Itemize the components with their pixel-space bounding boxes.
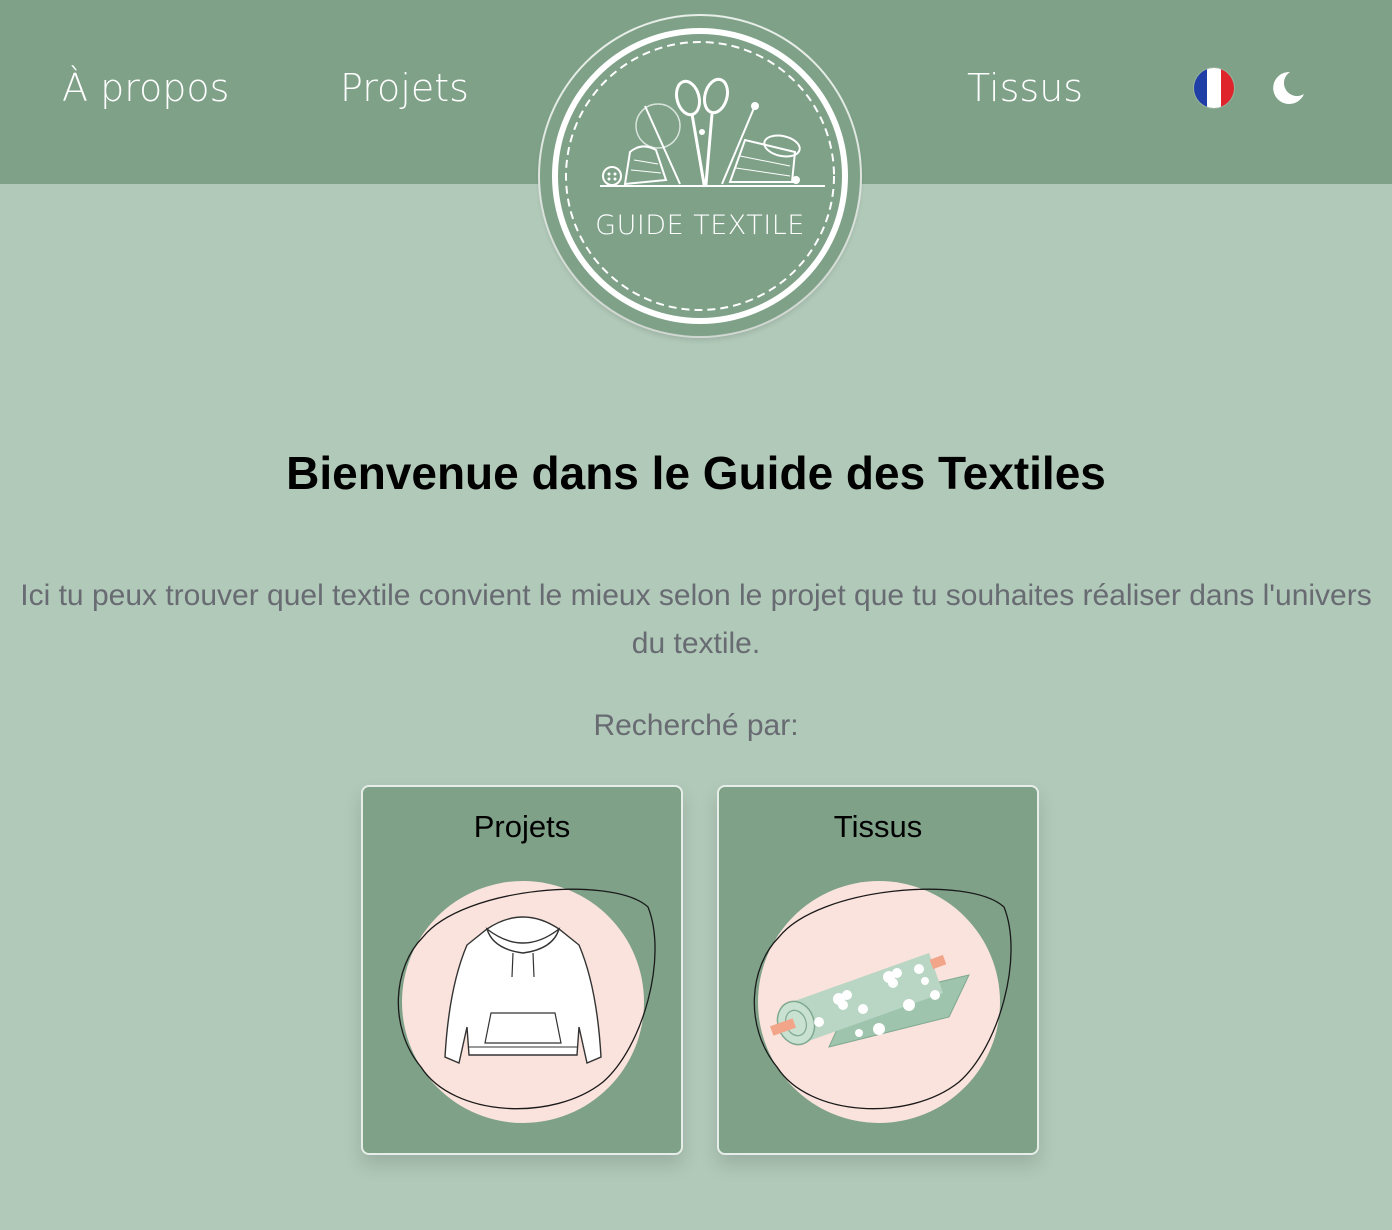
search-by-label: Recherché par: [593, 709, 799, 742]
french-flag-icon[interactable] [1194, 68, 1234, 108]
guide-textile-logo[interactable]: GUIDE TEXTILE [540, 16, 860, 336]
card-title: Projets [473, 809, 571, 844]
nav-link-about[interactable]: À propos [62, 64, 229, 112]
fabrics-card[interactable]: Tissus [717, 785, 1039, 1155]
moon-icon[interactable] [1266, 68, 1306, 108]
logo-text: GUIDE TEXTILE [595, 210, 805, 241]
fabric-roll-icon [753, 881, 1012, 1123]
nav-link-projects[interactable]: Projets [340, 64, 469, 112]
nav-link-fabrics[interactable]: Tissus [967, 64, 1083, 112]
hoodie-icon [397, 881, 656, 1123]
page-title: Bienvenue dans le Guide des Textiles [286, 447, 1106, 499]
intro-text: Ici tu peux trouver quel textile convien… [20, 579, 1372, 660]
projects-card[interactable]: Projets [361, 785, 683, 1155]
card-title: Tissus [833, 809, 923, 844]
